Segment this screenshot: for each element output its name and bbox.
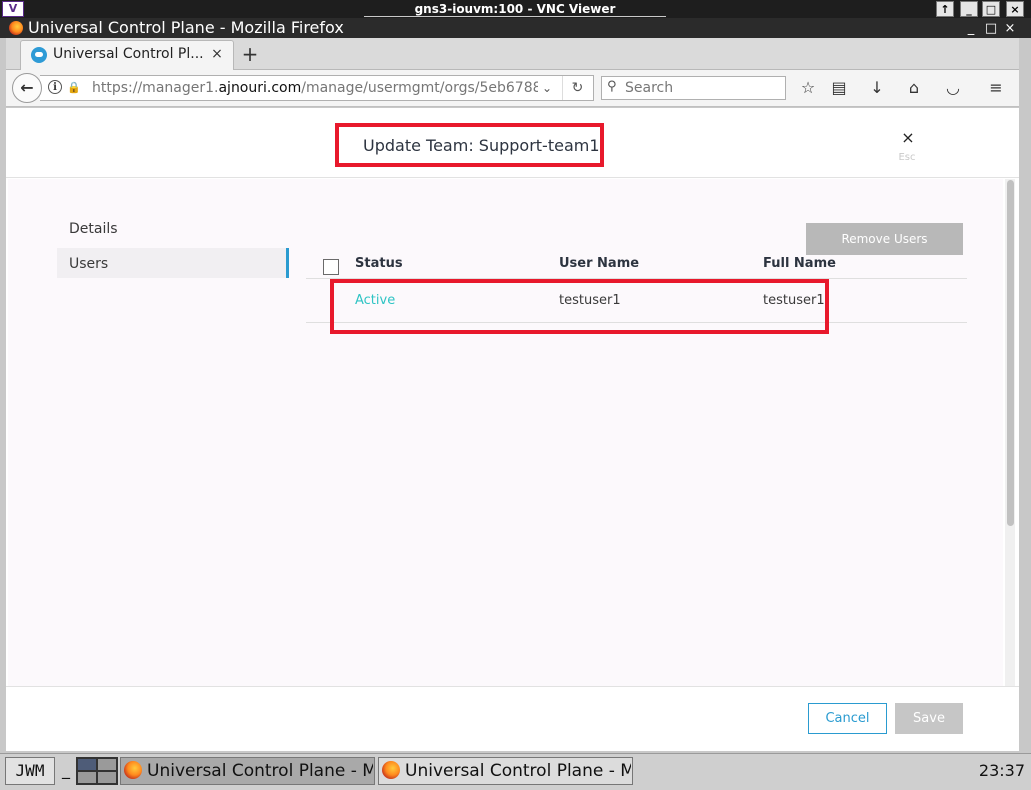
scrollbar-thumb[interactable] [1007,180,1014,526]
row-highlight-box [330,279,829,334]
firefox-icon [124,761,142,779]
bookmark-star-icon[interactable]: ☆ [795,77,821,99]
chevron-down-icon[interactable]: ⌄ [539,78,555,98]
show-desktop-button[interactable]: _ [60,757,72,785]
remove-users-button[interactable]: Remove Users [806,223,963,255]
url-path: /manage/usermgmt/orgs/5eb6788 [301,80,538,96]
select-all-checkbox[interactable] [323,259,339,275]
downloads-icon[interactable]: ↓ [864,77,890,99]
workspace-3[interactable] [77,771,97,784]
sidebar-item-details[interactable]: Details [69,218,118,240]
column-header-full-name[interactable]: Full Name [763,254,836,274]
reload-icon[interactable]: ↻ [562,76,592,100]
docker-favicon-icon [31,47,47,63]
firefox-icon [382,761,400,779]
vnc-up-button[interactable]: ↑ [936,1,954,17]
esc-hint: Esc [898,152,916,163]
url-prefix: https://manager1. [92,80,219,96]
back-button[interactable]: ← [12,73,42,103]
workspace-2[interactable] [97,758,117,771]
search-icon: ⚲ [607,79,617,94]
workspace-1[interactable] [77,758,97,771]
search-placeholder: Search [625,80,674,96]
jwm-menu-button[interactable]: JWM [5,757,55,785]
footer-divider [6,686,1019,687]
close-icon[interactable]: × [898,128,918,148]
vnc-logo-icon: V [2,1,24,17]
hamburger-menu-icon[interactable]: ≡ [983,77,1009,99]
site-info-icon[interactable]: i [48,80,62,94]
vnc-close-button[interactable]: × [1006,1,1024,17]
insecure-lock-icon[interactable]: 🔒 [67,81,81,95]
home-icon[interactable]: ⌂ [901,77,927,99]
column-header-user-name[interactable]: User Name [559,254,639,274]
task-label-1: Universal Control Plane - M [147,761,373,781]
window-title: Universal Control Plane - Mozilla Firefo… [28,18,344,37]
save-button[interactable]: Save [895,703,963,734]
tab-close-button[interactable]: × [209,44,225,64]
workspace-4[interactable] [97,771,117,784]
column-header-status[interactable]: Status [355,254,403,274]
tab-label: Universal Control Pl... [53,46,203,62]
task-label-2: Universal Control Plane - M [405,761,631,781]
reading-list-icon[interactable]: ▤ [826,77,852,99]
pocket-icon[interactable]: ◡ [940,77,966,99]
window-maximize-button[interactable]: □ [982,20,1000,37]
vnc-minimize-button[interactable]: _ [960,1,978,17]
sidebar-item-users-label[interactable]: Users [69,253,108,275]
window-close-button[interactable]: × [1001,20,1019,37]
vnc-window-title: gns3-iouvm:100 - VNC Viewer [364,1,666,17]
vnc-maximize-button[interactable]: □ [982,1,1000,17]
cancel-button[interactable]: Cancel [808,703,887,734]
window-minimize-button[interactable]: _ [962,20,980,37]
url-domain: ajnouri.com [218,80,302,96]
clock: 23:37 [978,761,1025,780]
new-tab-button[interactable]: + [240,42,260,66]
title-highlight-box [335,123,604,167]
url-text[interactable]: https://manager1.ajnouri.com/manage/user… [92,77,538,99]
firefox-icon [9,21,23,35]
